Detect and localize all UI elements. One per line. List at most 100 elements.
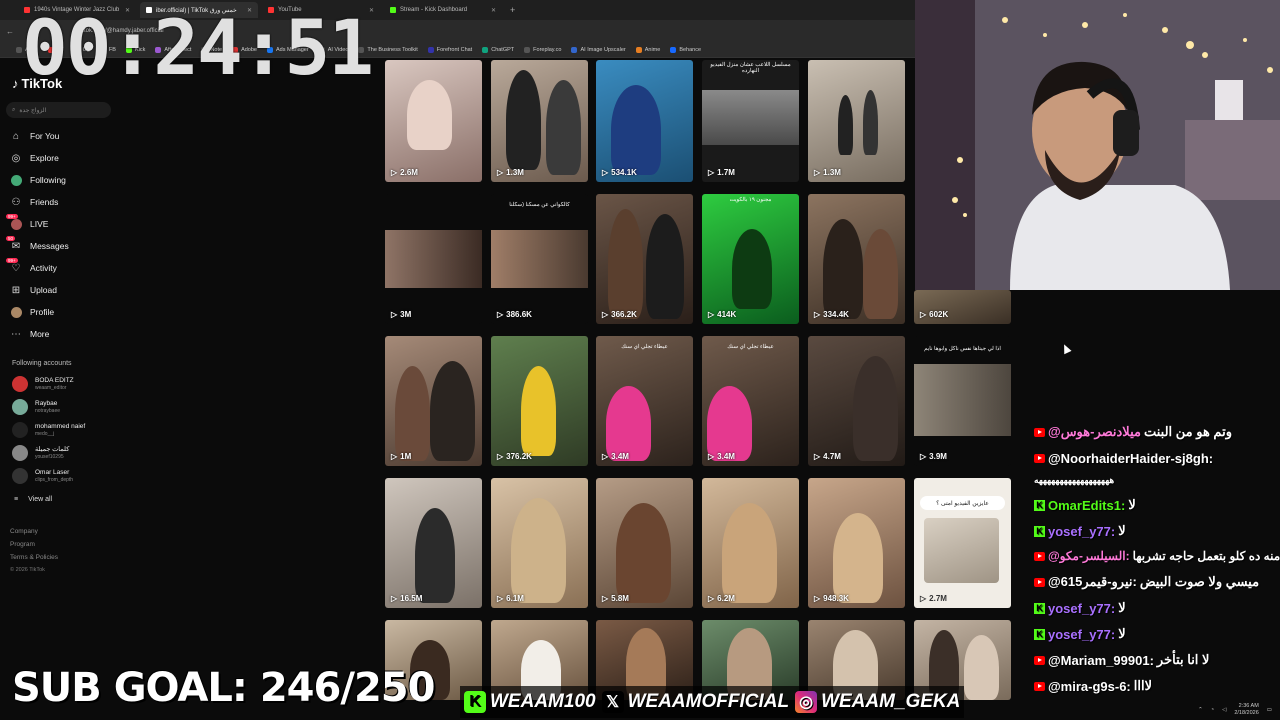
video-card[interactable]: عايزين الفيديو امتى ؟ ▷ 2.7M	[914, 478, 1011, 608]
view-count: ▷ 2.6M	[391, 168, 418, 177]
nav-messages[interactable]: ✉ 50 Messages	[6, 236, 69, 254]
video-card[interactable]: ▷ 376.2K	[491, 336, 588, 466]
view-count: ▷ 3.4M	[602, 452, 629, 461]
chat-text: لاااا	[1133, 678, 1153, 693]
view-count-text: 16.5M	[400, 594, 423, 603]
search-input[interactable]: ⌕ الزواج جدة	[6, 102, 111, 118]
video-card[interactable]: مجنون ١٩ بالكويت ▷ 414K	[702, 194, 799, 324]
view-count: ▷ 2.7M	[920, 594, 947, 603]
video-card[interactable]: كالكواني عن مسكنا (سكلنا ▷ 386.6K	[491, 194, 588, 324]
video-card[interactable]: ▷ 534.1K	[596, 60, 693, 182]
video-thumbnail	[395, 366, 430, 461]
x-handle: 𝕏 WEAAMOFFICIAL	[601, 691, 789, 713]
play-icon: ▷	[602, 310, 609, 319]
bookmark[interactable]: AI Image Upscaler	[571, 46, 626, 53]
video-card[interactable]: ▷ 3M	[385, 194, 482, 324]
video-card[interactable]: ▷ 6.1M	[491, 478, 588, 608]
view-count-text: 366.2K	[611, 310, 637, 319]
wifi-icon[interactable]: ◔	[1211, 707, 1214, 713]
volume-icon[interactable]: ◁	[1222, 707, 1226, 713]
play-icon: ▷	[708, 452, 715, 461]
nav-for-you[interactable]: ⌂ For You	[10, 128, 59, 144]
video-card[interactable]: ▷ 2.6M	[385, 60, 482, 182]
view-all-link[interactable]: ≡ View all	[14, 496, 52, 503]
nav-activity[interactable]: ♡ 99+ Activity	[6, 258, 57, 276]
nav-live[interactable]: 99+ LIVE	[6, 214, 48, 232]
video-thumbnail	[853, 356, 898, 461]
chat-message: @mira-g9s-6: لاااا	[1034, 676, 1152, 696]
close-tab-icon[interactable]: ✕	[491, 7, 496, 14]
bookmark[interactable]: Anime	[635, 46, 660, 53]
play-icon: ▷	[708, 168, 715, 177]
video-card[interactable]: ▷ 366.2K	[596, 194, 693, 324]
video-thumbnail	[863, 229, 898, 319]
chat-username: @615نيرو-قيمر:	[1048, 574, 1137, 589]
video-card[interactable]: عيطاء تجلي اي سنك ▷ 3.4M	[596, 336, 693, 466]
following-account[interactable]: كلمات جميلة yousef10295	[12, 445, 69, 461]
notifications-icon[interactable]: ▭	[1267, 707, 1272, 713]
avatar	[12, 422, 28, 438]
video-card[interactable]: ▷ 5.8M	[596, 478, 693, 608]
bookmark-label: Foreplay.co	[533, 46, 562, 53]
video-card[interactable]: ▷ 1.3M	[808, 60, 905, 182]
bookmark[interactable]: Forefront Chat	[427, 46, 473, 53]
video-card[interactable]: ▷ 16.5M	[385, 478, 482, 608]
tray-up-arrow-icon[interactable]: ⌃	[1198, 707, 1203, 713]
following-account[interactable]: Omar Laser clips_from_depth	[12, 468, 73, 484]
video-card[interactable]: اذا لي جيتاها نفس ناكل وابوها نايم ▷ 3.9M	[914, 336, 1011, 466]
video-thumbnail	[833, 513, 883, 603]
footer-company[interactable]: Company	[10, 528, 38, 535]
mouse-cursor-icon	[1060, 342, 1072, 355]
nav-friends[interactable]: ⚇ Friends	[10, 194, 59, 210]
bookmark-label: AI Image Upscaler	[580, 46, 626, 53]
search-icon: ⌕	[12, 106, 16, 113]
chat-text: ميسي ولا صوت البيض	[1139, 574, 1260, 589]
play-icon: ▷	[814, 168, 821, 177]
video-card[interactable]: ▷ 1M	[385, 336, 482, 466]
view-count-text: 1.3M	[823, 168, 841, 177]
home-icon: ⌂	[12, 130, 20, 142]
play-icon: ▷	[391, 310, 398, 319]
system-tray: ⌃ ◔ ◁ 2:36 AM 2/18/2026 ▭	[1040, 700, 1280, 720]
video-card[interactable]: ▷ 1.3M	[491, 60, 588, 182]
video-card[interactable]: عيطاء تجلي اي سنك ▷ 3.4M	[702, 336, 799, 466]
bookmark[interactable]: Foreplay.co	[524, 46, 562, 53]
following-account[interactable]: mohammed naief medo__j	[12, 422, 85, 438]
new-tab-button[interactable]: +	[510, 5, 515, 15]
view-all-label: View all	[28, 496, 53, 503]
nav-more[interactable]: ⋯ More	[10, 326, 49, 342]
video-card[interactable]: ▷ 334.4K	[808, 194, 905, 324]
view-count-text: 376.2K	[506, 452, 532, 461]
live-badge: 99+	[6, 214, 18, 219]
video-thumbnail	[506, 70, 541, 170]
browser-tab[interactable]: Stream - Kick Dashboard ✕	[384, 2, 502, 18]
nav-explore[interactable]: ◎ Explore	[10, 150, 59, 166]
bookmark[interactable]: Behance	[670, 46, 701, 53]
bookmark-icon	[427, 46, 434, 53]
taskbar-clock[interactable]: 2:36 AM 2/18/2026	[1234, 703, 1258, 717]
video-card[interactable]: ▷ 602K	[914, 290, 1011, 324]
nav-following[interactable]: Following	[10, 172, 66, 188]
nav-profile[interactable]: Profile	[10, 304, 54, 320]
back-icon[interactable]: ←	[6, 27, 18, 36]
video-card[interactable]: ▷ 948.3K	[808, 478, 905, 608]
bookmark[interactable]: ChatGPT	[482, 46, 514, 53]
view-count: ▷ 1.3M	[814, 168, 841, 177]
view-count-text: 6.2M	[717, 594, 735, 603]
footer-terms[interactable]: Terms & Policies	[10, 554, 58, 561]
view-count: ▷ 16.5M	[391, 594, 422, 603]
video-card[interactable]: ▷ 4.7M	[808, 336, 905, 466]
footer-program[interactable]: Program	[10, 541, 35, 548]
bookmark-icon	[635, 46, 642, 53]
following-account[interactable]: Raybae notraybaee	[12, 399, 60, 415]
video-thumbnail	[924, 518, 999, 583]
following-account[interactable]: BODA EDITZ weaam_editor	[12, 376, 74, 392]
video-card[interactable]: مسلسل اللاعب عشان منزل الفيديو النهارده ▷…	[702, 60, 799, 182]
video-card[interactable]: ▷ 6.2M	[702, 478, 799, 608]
view-count: ▷ 3.9M	[920, 452, 947, 461]
view-count-text: 1.7M	[717, 168, 735, 177]
chat-username: @السيلسر-مكو:	[1048, 549, 1130, 563]
nav-upload[interactable]: ⊞ Upload	[10, 282, 57, 298]
bookmark-label: Forefront Chat	[436, 46, 473, 53]
view-count: ▷ 5.8M	[602, 594, 629, 603]
